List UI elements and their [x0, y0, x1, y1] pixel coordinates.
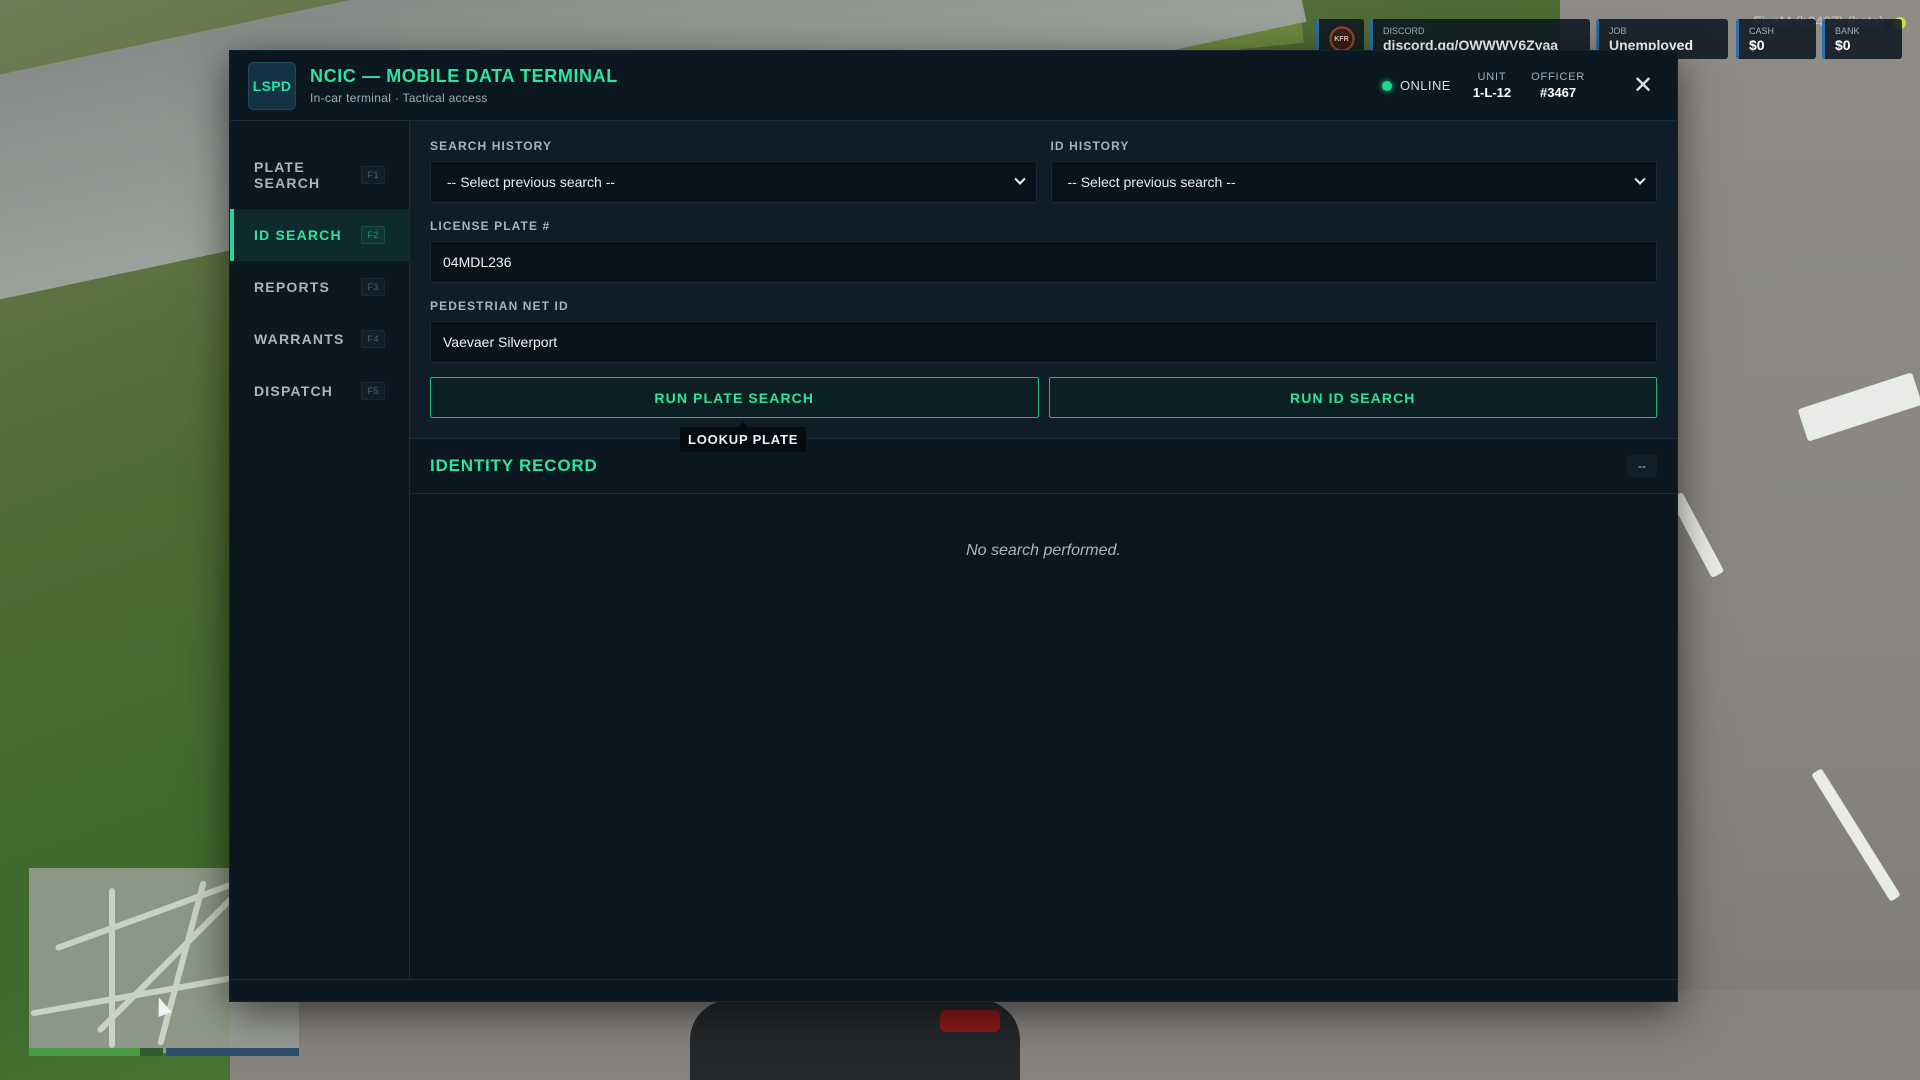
- sidebar-item-plate-search[interactable]: PLATE SEARCH F1: [230, 141, 409, 209]
- hud-discord-label: DISCORD: [1383, 25, 1425, 36]
- record-body: No search performed.: [410, 494, 1677, 979]
- lspd-badge: LSPD: [248, 61, 296, 110]
- mdt-window: LSPD NCIC — MOBILE DATA TERMINAL In-car …: [230, 51, 1677, 1001]
- sidebar-item-label: WARRANTS: [254, 331, 345, 347]
- hud-job-label: JOB: [1609, 25, 1627, 36]
- record-header: IDENTITY RECORD --: [410, 439, 1677, 494]
- hud-cash-label: CASH: [1749, 25, 1775, 36]
- unit-info: UNIT 1-L-12: [1473, 71, 1511, 100]
- officer-info: OFFICER #3467: [1531, 71, 1585, 100]
- mdt-header: LSPD NCIC — MOBILE DATA TERMINAL In-car …: [230, 51, 1677, 121]
- page-subtitle: In-car terminal · Tactical access: [310, 91, 488, 105]
- collapse-button[interactable]: --: [1627, 455, 1657, 477]
- sidebar-item-label: DISPATCH: [254, 383, 334, 399]
- unit-label: UNIT: [1477, 71, 1507, 83]
- online-dot-icon: [1382, 80, 1392, 91]
- run-id-search-button[interactable]: RUN ID SEARCH: [1048, 377, 1657, 418]
- sidebar-item-label: ID SEARCH: [254, 227, 342, 243]
- car-roof: [690, 1000, 1020, 1080]
- hotkey-badge: F3: [361, 278, 385, 296]
- sidebar-item-warrants[interactable]: WARRANTS F4: [230, 313, 409, 365]
- search-history-value: -- Select previous search --: [447, 174, 616, 190]
- server-logo-icon: KFR: [1328, 26, 1355, 52]
- lookup-plate-tooltip: LOOKUP PLATE: [680, 422, 807, 452]
- sidebar-item-label: REPORTS: [254, 279, 331, 295]
- health-bar: [29, 1048, 163, 1056]
- ped-id-input[interactable]: [430, 321, 1657, 363]
- hud-bank-value: $0: [1835, 36, 1851, 53]
- chevron-down-icon: [1634, 173, 1646, 185]
- hud-bank: BANK $0: [1822, 19, 1902, 59]
- id-history-label: ID HISTORY: [1050, 139, 1130, 153]
- officer-label: OFFICER: [1531, 71, 1585, 83]
- sidebar-item-dispatch[interactable]: DISPATCH F5: [230, 365, 409, 417]
- title-block: NCIC — MOBILE DATA TERMINAL In-car termi…: [310, 66, 618, 105]
- search-history-select[interactable]: -- Select previous search --: [430, 161, 1037, 203]
- hotkey-badge: F5: [361, 382, 385, 400]
- hotkey-badge: F1: [361, 166, 385, 184]
- status-text: ONLINE: [1400, 78, 1451, 93]
- hotkey-badge: F4: [361, 330, 385, 348]
- header-meta: ONLINE UNIT 1-L-12 OFFICER #3467 ✕: [1382, 70, 1659, 102]
- run-plate-search-button[interactable]: RUN PLATE SEARCH: [430, 377, 1039, 418]
- health-armor-bars: [29, 1048, 299, 1056]
- sidebar-item-reports[interactable]: REPORTS F3: [230, 261, 409, 313]
- page-title: NCIC — MOBILE DATA TERMINAL: [310, 66, 618, 86]
- hotkey-badge: F2: [361, 226, 385, 244]
- armor-bar: [166, 1048, 299, 1056]
- search-history-label: SEARCH HISTORY: [430, 139, 553, 153]
- mdt-body: PLATE SEARCH F1 ID SEARCH F2 REPORTS F3 …: [230, 121, 1677, 979]
- id-history-value: -- Select previous search --: [1067, 174, 1236, 190]
- id-history-select[interactable]: -- Select previous search --: [1050, 161, 1657, 203]
- hud-bank-label: BANK: [1835, 25, 1860, 36]
- plate-input[interactable]: [430, 241, 1657, 283]
- ped-id-label: PEDESTRIAN NET ID: [430, 299, 569, 313]
- officer-value: #3467: [1539, 85, 1577, 100]
- chevron-down-icon: [1013, 173, 1026, 185]
- status-indicator: ONLINE: [1382, 78, 1451, 93]
- main-content: SEARCH HISTORY -- Select previous search…: [410, 121, 1677, 979]
- hud-money: CASH $0 BANK $0: [1736, 19, 1902, 59]
- hud-cash-value: $0: [1749, 36, 1765, 53]
- plate-label: LICENSE PLATE #: [430, 219, 551, 233]
- unit-value: 1-L-12: [1472, 85, 1512, 100]
- sidebar-item-id-search[interactable]: ID SEARCH F2: [230, 209, 409, 261]
- sidebar: PLATE SEARCH F1 ID SEARCH F2 REPORTS F3 …: [230, 121, 410, 979]
- record-title: IDENTITY RECORD: [430, 456, 598, 475]
- mdt-footer: [230, 979, 1677, 1001]
- close-icon[interactable]: ✕: [1627, 70, 1659, 102]
- hud-cash: CASH $0: [1736, 19, 1816, 59]
- empty-state-text: No search performed.: [966, 542, 1121, 559]
- identity-record-panel: IDENTITY RECORD -- No search performed.: [410, 439, 1677, 979]
- search-form: SEARCH HISTORY -- Select previous search…: [410, 121, 1677, 452]
- sidebar-item-label: PLATE SEARCH: [254, 159, 321, 191]
